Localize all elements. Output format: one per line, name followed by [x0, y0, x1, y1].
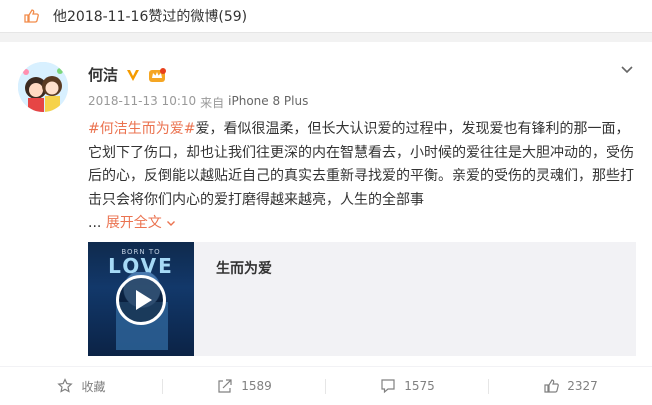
- play-icon[interactable]: [116, 275, 166, 325]
- comment-button[interactable]: 1575: [326, 367, 489, 405]
- thumbs-up-icon: [23, 8, 39, 24]
- post-source-prefix: 来自: [200, 96, 225, 110]
- chevron-down-icon: [167, 221, 176, 226]
- expand-full-text-link[interactable]: 展开全文: [106, 215, 176, 231]
- share-button[interactable]: 1589: [163, 367, 326, 405]
- favorite-button[interactable]: 收藏: [0, 367, 163, 405]
- member-crown-icon[interactable]: [148, 67, 167, 83]
- thumbs-up-icon: [543, 378, 560, 394]
- like-count: 2327: [567, 379, 598, 393]
- post-text: #何洁生而为爱#爱，看似很温柔，但长大认识爱的过程中，发现爱也有锋利的那一面，它…: [88, 118, 636, 236]
- comment-icon: [380, 378, 396, 394]
- author-row: 何洁: [88, 64, 167, 85]
- share-count: 1589: [241, 379, 272, 393]
- video-title[interactable]: 生而为爱: [216, 258, 272, 356]
- hashtag-link[interactable]: #何洁生而为爱#: [88, 121, 195, 137]
- expand-label: 展开全文: [105, 215, 162, 231]
- share-icon: [217, 378, 233, 394]
- liked-weibo-header: 他2018-11-16赞过的微博(59): [0, 0, 652, 33]
- post-meta: 2018-11-13 10:10 来自 iPhone 8 Plus: [88, 94, 308, 111]
- verified-v-icon[interactable]: [125, 67, 141, 83]
- favorite-label: 收藏: [81, 379, 106, 394]
- avatar[interactable]: [18, 62, 68, 112]
- video-card[interactable]: BORN TO LOVE 生而为爱: [88, 242, 636, 356]
- like-button[interactable]: 2327: [489, 367, 652, 405]
- liked-weibo-title[interactable]: 他2018-11-16赞过的微博(59): [53, 6, 247, 26]
- comment-count: 1575: [404, 379, 435, 393]
- post-ellipsis: ...: [88, 215, 102, 231]
- chevron-down-icon[interactable]: [620, 62, 634, 76]
- author-name[interactable]: 何洁: [88, 64, 118, 85]
- action-bar: 收藏 1589 1575 2327: [0, 366, 652, 405]
- weibo-post-card: 何洁 2018-11-13 10:10 来自 iPhone 8 Plus #何洁…: [0, 42, 652, 405]
- star-icon: [57, 378, 74, 394]
- post-time[interactable]: 2018-11-13 10:10: [88, 94, 196, 111]
- post-source-device: iPhone 8 Plus: [228, 94, 309, 108]
- video-thumbnail[interactable]: BORN TO LOVE: [88, 242, 194, 356]
